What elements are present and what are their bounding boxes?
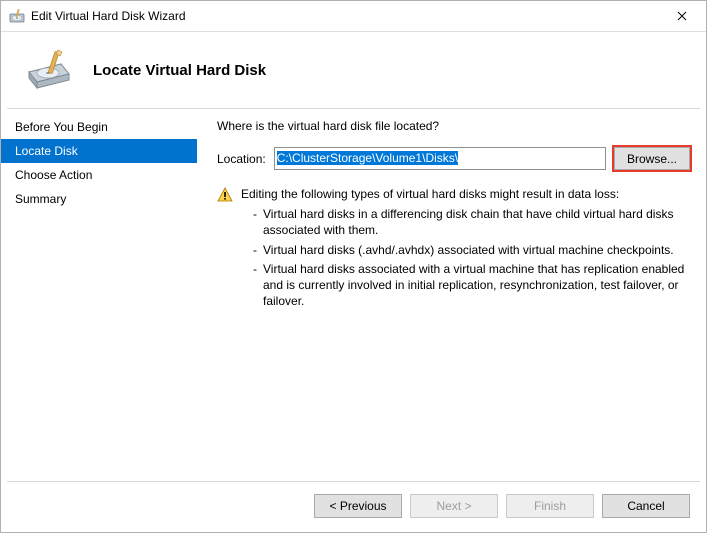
sidebar-item-summary[interactable]: Summary bbox=[1, 187, 197, 211]
sidebar-item-choose-action[interactable]: Choose Action bbox=[1, 163, 197, 187]
location-input[interactable] bbox=[274, 147, 606, 170]
warning-item: Virtual hard disks associated with a vir… bbox=[253, 261, 690, 310]
titlebar: Edit Virtual Hard Disk Wizard bbox=[1, 1, 706, 32]
warning-list: Virtual hard disks in a differencing dis… bbox=[241, 206, 690, 309]
location-input-wrap: C:\ClusterStorage\Volume1\Disks\ bbox=[274, 147, 606, 170]
wizard-content: Where is the virtual hard disk file loca… bbox=[197, 109, 706, 481]
warning-heading: Editing the following types of virtual h… bbox=[241, 186, 690, 202]
warning-item: Virtual hard disks in a differencing dis… bbox=[253, 206, 690, 238]
warning-content: Editing the following types of virtual h… bbox=[241, 186, 690, 312]
warning-item: Virtual hard disks (.avhd/.avhdx) associ… bbox=[253, 242, 690, 258]
prompt-text: Where is the virtual hard disk file loca… bbox=[217, 119, 690, 133]
hard-disk-icon bbox=[9, 8, 25, 24]
hard-disk-large-icon bbox=[25, 46, 73, 94]
close-button[interactable] bbox=[659, 2, 704, 31]
finish-button[interactable]: Finish bbox=[506, 494, 594, 518]
location-row: Location: C:\ClusterStorage\Volume1\Disk… bbox=[217, 147, 690, 170]
wizard-header: Locate Virtual Hard Disk bbox=[1, 32, 706, 108]
cancel-button[interactable]: Cancel bbox=[602, 494, 690, 518]
next-button[interactable]: Next > bbox=[410, 494, 498, 518]
wizard-steps-sidebar: Before You Begin Locate Disk Choose Acti… bbox=[1, 109, 197, 481]
location-label: Location: bbox=[217, 152, 266, 166]
sidebar-item-locate-disk[interactable]: Locate Disk bbox=[1, 139, 197, 163]
previous-button[interactable]: < Previous bbox=[314, 494, 402, 518]
window-title: Edit Virtual Hard Disk Wizard bbox=[31, 9, 659, 23]
wizard-footer: < Previous Next > Finish Cancel bbox=[1, 482, 706, 532]
close-icon bbox=[677, 11, 687, 21]
page-title: Locate Virtual Hard Disk bbox=[93, 62, 266, 79]
warning-icon bbox=[217, 187, 233, 203]
sidebar-item-before-you-begin[interactable]: Before You Begin bbox=[1, 115, 197, 139]
warning-block: Editing the following types of virtual h… bbox=[217, 186, 690, 312]
main-area: Before You Begin Locate Disk Choose Acti… bbox=[1, 109, 706, 481]
browse-button[interactable]: Browse... bbox=[614, 147, 690, 170]
